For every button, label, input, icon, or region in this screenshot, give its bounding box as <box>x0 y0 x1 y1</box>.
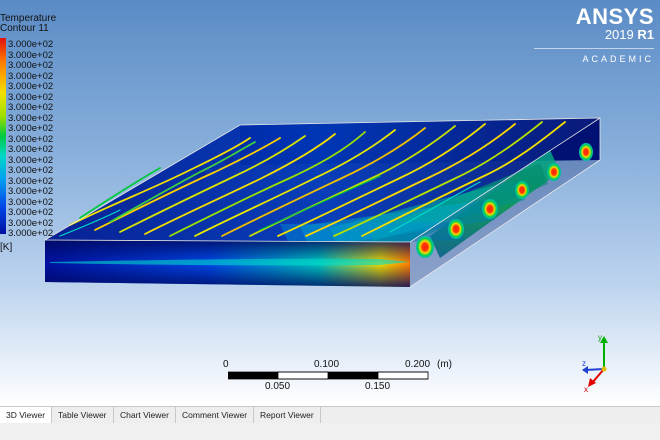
legend-tick-label: 3.000e+02 <box>8 154 54 166</box>
scale-label-0.050: 0.050 <box>265 381 291 392</box>
scale-label-0.150: 0.150 <box>365 381 391 392</box>
legend-tick-label: 3.000e+02 <box>8 217 54 229</box>
tab-comment-viewer[interactable]: Comment Viewer <box>176 407 255 423</box>
legend-tick-label: 3.000e+02 <box>8 60 54 71</box>
legend-unit: [K] <box>0 242 13 253</box>
3d-viewport[interactable]: y z x Temperature Contour 11 3.000e+02 3.… <box>0 0 660 406</box>
legend-tick-label: 3.000e+02 <box>8 102 54 113</box>
tab-table-viewer[interactable]: Table Viewer <box>52 407 114 423</box>
legend-tick-label: 3.000e+02 <box>8 196 54 208</box>
legend-tick-label: 3.000e+02 <box>8 144 54 155</box>
legend-subtitle: Contour 11 <box>0 23 49 34</box>
brand-edition: ACADEMIC <box>534 48 654 66</box>
tab-chart-viewer[interactable]: Chart Viewer <box>114 407 176 423</box>
legend-tick-label: 3.000e+02 <box>8 70 54 82</box>
scale-bar <box>228 371 429 380</box>
legend-tick-label: 3.000e+02 <box>8 186 54 197</box>
legend-tick-label: 3.000e+02 <box>8 112 54 124</box>
brand-name: ANSYS <box>575 4 654 29</box>
legend-tick-label: 3.000e+02 <box>8 175 54 187</box>
scale-unit: (m) <box>437 359 452 370</box>
legend-tick-label: 3.000e+02 <box>8 165 54 176</box>
triad-z-label: z <box>582 359 586 368</box>
tab-3d-viewer[interactable]: 3D Viewer <box>0 407 53 424</box>
legend-tick-label: 3.000e+02 <box>8 123 54 134</box>
legend-tick-label: 3.000e+02 <box>8 39 54 50</box>
ansys-logo: ANSYS 2019 R1 ACADEMIC <box>534 6 654 66</box>
triad-y-label: y <box>598 333 602 342</box>
axis-triad: y z x <box>582 333 608 394</box>
legend-tick-label: 3.000e+02 <box>8 133 54 145</box>
status-bar <box>0 423 660 440</box>
tab-report-viewer[interactable]: Report Viewer <box>254 407 321 423</box>
triad-x-label: x <box>584 385 588 394</box>
scale-label-0: 0 <box>223 359 229 370</box>
legend-colorbar <box>0 38 6 234</box>
legend-tick-label: 3.000e+02 <box>8 49 54 61</box>
legend-tick-label: 3.000e+02 <box>8 91 54 103</box>
scale-label-0.200: 0.200 <box>405 359 431 370</box>
legend-tick-label: 3.000e+02 <box>8 228 54 239</box>
brand-version: 2019 R1 <box>604 27 654 42</box>
viewer-tab-bar: 3D Viewer Table Viewer Chart Viewer Comm… <box>0 406 660 424</box>
legend-tick-label: 3.000e+02 <box>8 207 54 218</box>
scale-label-0.100: 0.100 <box>314 359 340 370</box>
legend-tick-label: 3.000e+02 <box>8 81 54 92</box>
